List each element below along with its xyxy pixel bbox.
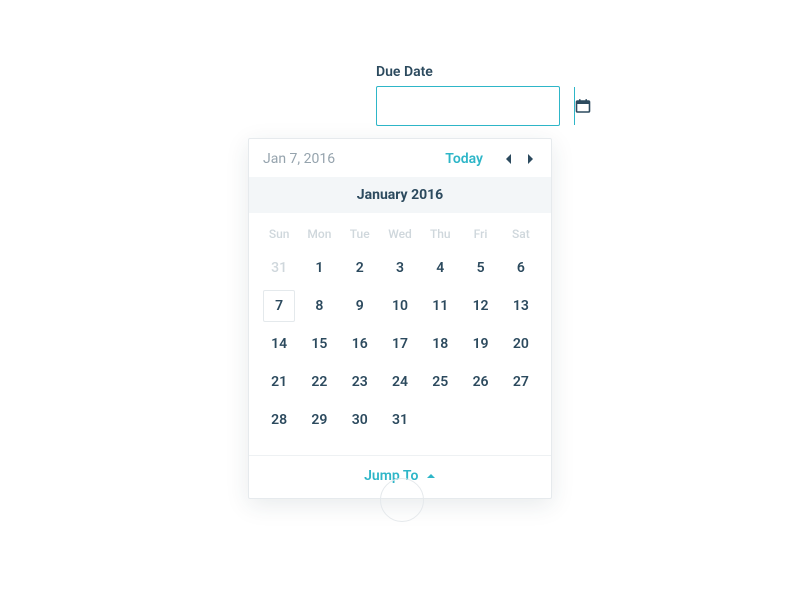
calendar-week-row: 28293031 [259,401,541,439]
open-calendar-button[interactable] [574,87,591,125]
day-cell[interactable]: 4 [420,249,460,287]
day-cell[interactable]: 20 [501,325,541,363]
day-cell[interactable]: 11 [420,287,460,325]
jump-to-label: Jump To [364,468,418,484]
date-picker-header: Jan 7, 2016 Today [249,139,551,177]
day-cell[interactable]: 17 [380,325,420,363]
day-cell[interactable]: 27 [501,363,541,401]
day-cell[interactable]: 25 [420,363,460,401]
day-cell[interactable]: 31 [259,249,299,287]
weekday-header: Fri [460,221,500,249]
weekday-header: Sun [259,221,299,249]
day-cell[interactable]: 8 [299,287,339,325]
day-cell[interactable]: 1 [299,249,339,287]
calendar-week-row: 21222324252627 [259,363,541,401]
today-link[interactable]: Today [445,151,483,167]
calendar-grid: SunMonTueWedThuFriSat 311234567891011121… [249,213,551,455]
day-cell[interactable]: 19 [460,325,500,363]
weekday-header: Sat [501,221,541,249]
month-nav [501,151,537,167]
day-cell[interactable]: 30 [340,401,380,439]
date-picker-popup: Jan 7, 2016 Today January 2016 SunMonTue… [248,138,552,499]
day-cell[interactable]: 24 [380,363,420,401]
day-cell[interactable]: 13 [501,287,541,325]
day-cell[interactable]: 15 [299,325,339,363]
day-cell[interactable]: 26 [460,363,500,401]
day-cell[interactable]: 5 [460,249,500,287]
day-cell[interactable]: 9 [340,287,380,325]
day-cell[interactable]: 12 [460,287,500,325]
day-cell[interactable]: 29 [299,401,339,439]
day-cell[interactable]: 10 [380,287,420,325]
weekday-header: Wed [380,221,420,249]
due-date-input[interactable] [377,87,574,125]
day-cell[interactable]: 2 [340,249,380,287]
day-cell-empty [501,401,541,439]
day-cell[interactable]: 31 [380,401,420,439]
selected-date-display: Jan 7, 2016 [263,151,335,167]
day-cell[interactable]: 16 [340,325,380,363]
day-cell[interactable]: 18 [420,325,460,363]
due-date-label: Due Date [376,64,560,80]
day-cell[interactable]: 23 [340,363,380,401]
due-date-field: Due Date [376,64,560,126]
day-cell[interactable]: 3 [380,249,420,287]
day-cell[interactable]: 6 [501,249,541,287]
day-cell-empty [420,401,460,439]
weekday-header: Thu [420,221,460,249]
calendar-icon [575,98,591,114]
caret-up-icon [426,467,436,483]
prev-month-button[interactable] [501,151,515,167]
weekday-header: Mon [299,221,339,249]
day-cell[interactable]: 22 [299,363,339,401]
weekday-header-row: SunMonTueWedThuFriSat [259,221,541,249]
chevron-right-icon [526,153,535,165]
calendar-week-row: 14151617181920 [259,325,541,363]
weekday-header: Tue [340,221,380,249]
chevron-left-icon [504,153,513,165]
day-cell[interactable]: 7 [259,287,299,325]
jump-to-button[interactable]: Jump To [249,455,551,498]
day-cell[interactable]: 14 [259,325,299,363]
next-month-button[interactable] [523,151,537,167]
month-title: January 2016 [249,177,551,213]
due-date-input-row [376,86,560,126]
calendar-week-row: 31123456 [259,249,541,287]
calendar-week-row: 78910111213 [259,287,541,325]
day-cell[interactable]: 21 [259,363,299,401]
day-cell[interactable]: 28 [259,401,299,439]
day-cell-empty [460,401,500,439]
